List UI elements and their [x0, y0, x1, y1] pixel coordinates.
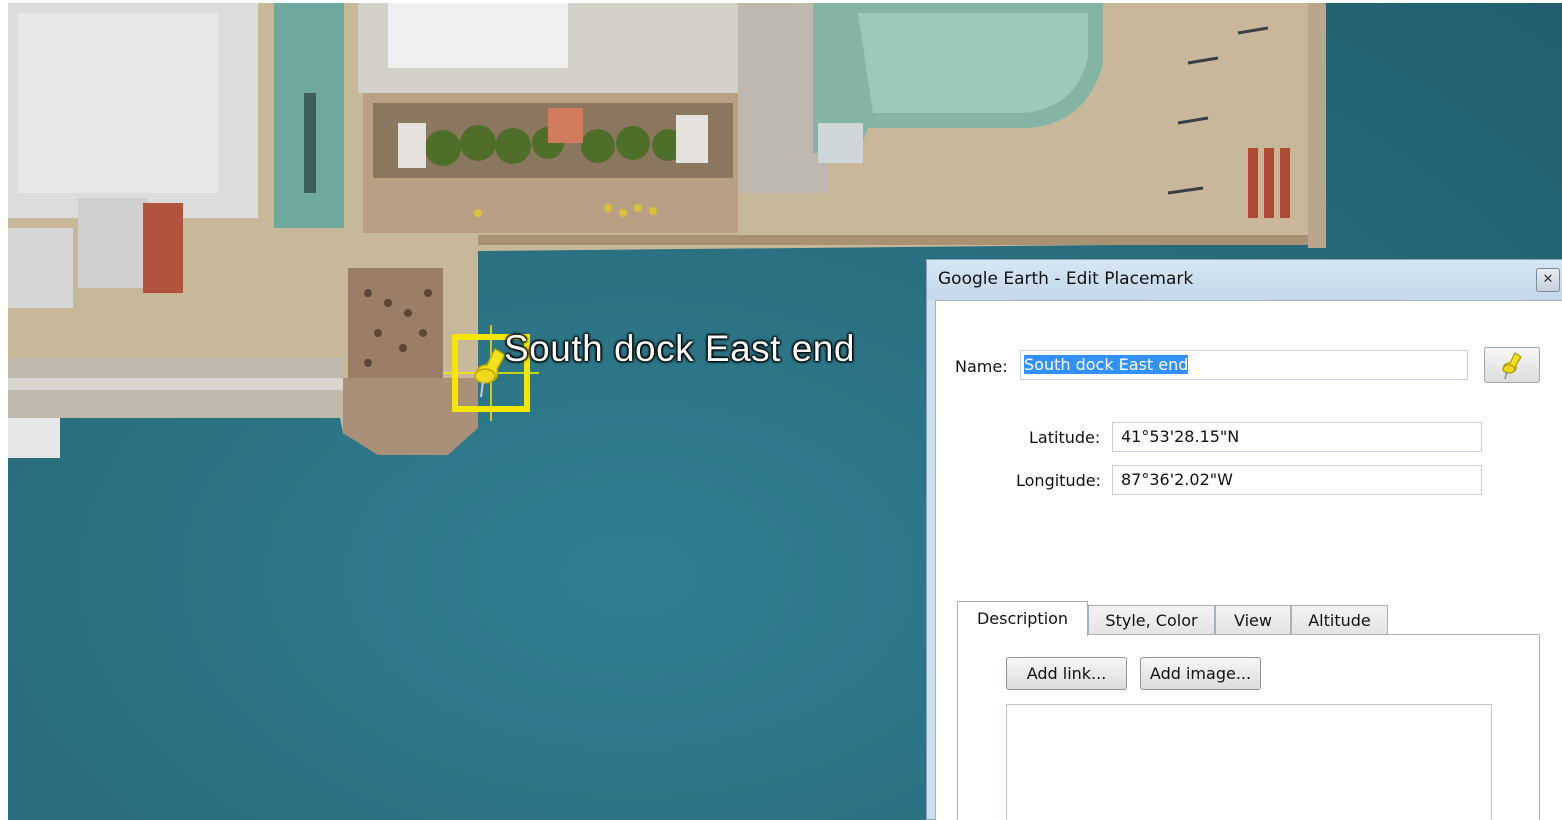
description-panel: Add link... Add image...: [957, 634, 1540, 820]
close-button[interactable]: ✕: [1536, 268, 1560, 292]
name-field[interactable]: South dock East end: [1020, 350, 1468, 380]
dialog-titlebar[interactable]: Google Earth - Edit Placemark ✕: [927, 260, 1562, 300]
pushpin-icon: [1502, 352, 1522, 380]
tab-view[interactable]: View: [1215, 605, 1291, 635]
latitude-field[interactable]: 41°53'28.15"N: [1112, 422, 1482, 452]
add-image-button[interactable]: Add image...: [1140, 657, 1261, 690]
name-field-value: South dock East end: [1024, 355, 1189, 374]
description-textarea[interactable]: [1006, 704, 1492, 820]
edit-placemark-dialog: Google Earth - Edit Placemark ✕ Name: So…: [926, 259, 1562, 820]
latitude-label: Latitude:: [1029, 428, 1101, 447]
screen: South dock East end Google Earth - Edit …: [0, 0, 1562, 820]
placemark-label[interactable]: South dock East end: [504, 328, 855, 370]
add-link-button[interactable]: Add link...: [1006, 657, 1127, 690]
longitude-field[interactable]: 87°36'2.02"W: [1112, 465, 1482, 495]
tab-style-color[interactable]: Style, Color: [1088, 605, 1215, 635]
dialog-title: Google Earth - Edit Placemark: [938, 269, 1194, 289]
longitude-label: Longitude:: [1016, 471, 1101, 490]
name-label: Name:: [955, 357, 1008, 376]
tab-description[interactable]: Description: [957, 601, 1088, 636]
dialog-body: Name: South dock East end Latitude: 41°5…: [935, 300, 1562, 820]
close-icon: ✕: [1542, 272, 1554, 287]
tab-altitude[interactable]: Altitude: [1291, 605, 1388, 635]
placemark-icon-button[interactable]: [1484, 347, 1540, 383]
